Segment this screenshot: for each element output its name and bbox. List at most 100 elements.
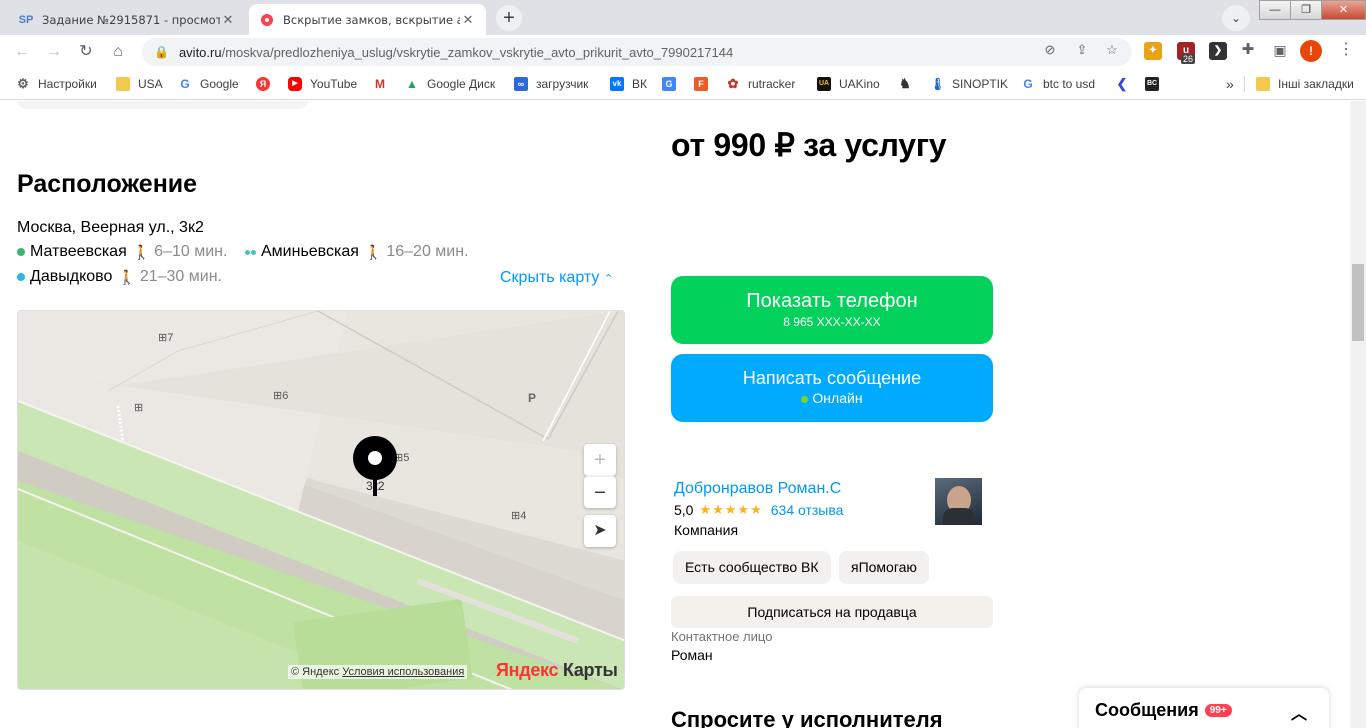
- map-pin-stem: [373, 476, 377, 496]
- share-icon[interactable]: ⇪: [1074, 42, 1090, 58]
- seller-avatar[interactable]: [935, 478, 982, 525]
- minimize-button[interactable]: —: [1259, 0, 1291, 20]
- gmail-icon: M: [375, 77, 385, 91]
- avito-favicon-icon: [259, 12, 275, 28]
- bookmark-yandex[interactable]: Я: [256, 75, 278, 93]
- reload-icon[interactable]: ↻: [74, 40, 98, 64]
- chip-vk-community[interactable]: Есть сообщество ВК: [673, 551, 831, 584]
- maximize-button[interactable]: ❐: [1290, 0, 1322, 20]
- bookmark-usa[interactable]: USA: [116, 75, 163, 93]
- tab-search-icon[interactable]: ⌄: [1222, 5, 1250, 31]
- building-entrance-label: ⊞4: [511, 510, 527, 522]
- bookmark-settings[interactable]: ⚙ Настройки: [16, 75, 97, 93]
- map-pin-center: [368, 451, 382, 465]
- seller-type: Компания: [674, 522, 739, 538]
- tab-task[interactable]: SP Задание №2915871 - просмотр ✕: [8, 4, 246, 35]
- bookmark-bc[interactable]: BC: [1145, 75, 1167, 93]
- metro-time: 21–30 мин.: [139, 268, 222, 285]
- bookmark-label: UAKino: [839, 77, 880, 91]
- bookmarks-divider: [1244, 76, 1245, 92]
- metro-dot-icon: [245, 249, 250, 255]
- map-copyright: © Яндекс Условия использования: [288, 665, 468, 679]
- uakino-icon: UA: [817, 77, 831, 91]
- chip-yapomogayu[interactable]: яПомогаю: [839, 551, 929, 584]
- side-panel-icon[interactable]: ▣: [1272, 42, 1288, 58]
- chess-knight-icon: ♞: [899, 76, 911, 91]
- yandex-map[interactable]: ⊞7 ⊞6 ⊞5 ⊞4 ⊞ P 3к2 + − ➤ © Яндекс Услов…: [17, 310, 625, 690]
- phone-number: 8 965 XXX-XX-XX: [783, 315, 881, 329]
- tab-avito[interactable]: Вскрытие замков, вскрытие авто ✕: [249, 4, 486, 35]
- parking-icon: P: [528, 391, 537, 405]
- address-text: Москва, Веерная ул., 3к2: [17, 219, 204, 236]
- zoom-out-button[interactable]: −: [584, 476, 616, 508]
- metro-dot-icon: [251, 249, 256, 255]
- google-drive-icon: ▲: [406, 77, 418, 91]
- bookmark-sinoptik[interactable]: 🌡 SINOPTIK: [930, 75, 1008, 93]
- metro-time: 6–10 мин.: [154, 243, 228, 260]
- messages-widget[interactable]: Сообщения 99+ ︿: [1079, 688, 1329, 728]
- close-tab-icon[interactable]: ✕: [220, 12, 236, 28]
- bookmark-label: YouTube: [310, 77, 358, 91]
- bookmark-google[interactable]: G Google: [178, 75, 238, 93]
- chevron-up-icon[interactable]: ︿: [1291, 700, 1307, 724]
- seller-name-link[interactable]: Добронравов Роман.С: [674, 480, 841, 498]
- bookmark-gmail[interactable]: M: [373, 75, 395, 93]
- tab-title: Вскрытие замков, вскрытие авто: [283, 12, 460, 27]
- bookmark-f[interactable]: F: [694, 75, 716, 93]
- online-status: Онлайн: [671, 390, 993, 406]
- menu-kebab-icon[interactable]: ⋮: [1338, 42, 1354, 58]
- extensions-puzzle-icon[interactable]: ✚: [1240, 42, 1256, 58]
- tab-strip: SP Задание №2915871 - просмотр ✕ Вскрыти…: [0, 0, 1366, 35]
- hide-map-link[interactable]: Скрыть карту ⌃: [500, 269, 613, 287]
- page-scrollbar[interactable]: [1350, 101, 1366, 728]
- seller-rating: 5,0 ★★★★★ 634 отзыва: [674, 502, 843, 518]
- bookmarks-more-button[interactable]: »: [1226, 75, 1234, 93]
- cookie-blocked-icon[interactable]: ⊘: [1042, 42, 1058, 58]
- bookmark-vk[interactable]: vk ВК: [610, 75, 647, 93]
- building-entrance-label: ⊞7: [158, 332, 174, 344]
- subscribe-button[interactable]: Подписаться на продавца: [671, 596, 993, 628]
- metro-name: Матвеевская: [30, 243, 127, 260]
- bookmark-btc[interactable]: Gbtc to usd: [1021, 75, 1095, 93]
- bookmark-other[interactable]: Інші закладки: [1256, 75, 1354, 93]
- online-text: Онлайн: [812, 390, 863, 406]
- write-message-button[interactable]: Написать сообщение Онлайн: [671, 354, 993, 422]
- back-icon[interactable]: ←: [10, 40, 34, 64]
- bookmark-uakino[interactable]: UA UAKino: [817, 75, 880, 93]
- extension-shield-icon[interactable]: ✦: [1144, 42, 1162, 60]
- google-icon: G: [180, 77, 190, 91]
- home-icon[interactable]: ⌂: [106, 40, 130, 64]
- metro-dot-icon: [17, 273, 25, 281]
- show-phone-button[interactable]: Показать телефон 8 965 XXX-XX-XX: [671, 276, 993, 344]
- close-tab-icon[interactable]: ✕: [460, 12, 476, 28]
- rating-value: 5,0: [674, 502, 694, 518]
- profile-avatar[interactable]: !: [1300, 40, 1322, 62]
- forward-icon[interactable]: →: [42, 40, 66, 64]
- bookmark-translate[interactable]: G: [662, 75, 684, 93]
- yandex-maps-logo[interactable]: Яндекс Карты: [496, 660, 618, 681]
- zoom-in-button[interactable]: +: [584, 444, 616, 476]
- bookmark-label: rutracker: [748, 77, 796, 91]
- bookmark-label: USA: [138, 77, 163, 91]
- bookmark-star-icon[interactable]: ☆: [1104, 42, 1120, 58]
- new-tab-button[interactable]: +: [496, 5, 522, 31]
- bookmark-youtube[interactable]: ▶ YouTube: [288, 75, 357, 93]
- bookmark-arrow[interactable]: ❮: [1115, 75, 1137, 93]
- terms-link[interactable]: Условия использования: [342, 666, 464, 678]
- walking-icon: 🚶: [132, 243, 151, 260]
- cut-off-element: [17, 101, 309, 109]
- bookmark-rutracker[interactable]: ✿ rutracker: [726, 75, 796, 93]
- close-window-button[interactable]: ✕: [1321, 0, 1366, 20]
- bookmark-downloader[interactable]: ∞ загрузчик: [514, 75, 588, 93]
- bookmark-chess[interactable]: ♞: [898, 75, 920, 93]
- reviews-link[interactable]: 634 отзыва: [771, 502, 844, 518]
- geolocation-arrow-icon[interactable]: ➤: [584, 515, 616, 547]
- address-bar[interactable]: 🔒 avito.ru/moskva/predlozheniya_uslug/vs…: [142, 38, 1132, 66]
- map-canvas: [18, 311, 624, 689]
- scrollbar-thumb[interactable]: [1352, 264, 1364, 341]
- avatar-body: [943, 508, 975, 525]
- bc-icon: BC: [1145, 77, 1159, 91]
- bookmark-google-drive[interactable]: ▲ Google Диск: [405, 75, 495, 93]
- write-message-label: Написать сообщение: [742, 368, 922, 388]
- extension-arrow-icon[interactable]: ❯: [1209, 42, 1227, 60]
